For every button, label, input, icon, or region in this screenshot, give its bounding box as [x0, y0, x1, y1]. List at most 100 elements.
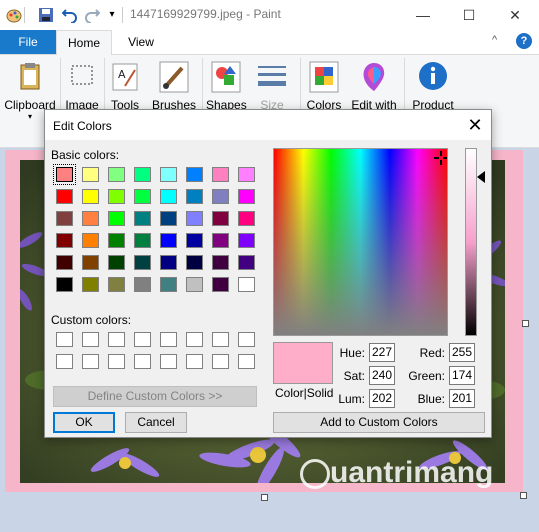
basic-color-swatch[interactable]	[238, 277, 255, 292]
basic-color-swatch[interactable]	[186, 233, 203, 248]
clipboard-group[interactable]: Clipboard ▾	[2, 58, 58, 121]
customize-quick-access-icon[interactable]: ▾	[104, 7, 120, 23]
custom-color-swatch[interactable]	[186, 332, 203, 347]
brushes-group[interactable]: Brushes	[150, 58, 198, 114]
basic-color-swatch[interactable]	[238, 211, 255, 226]
minimize-button[interactable]: —	[400, 0, 446, 30]
help-icon[interactable]: ?	[516, 33, 532, 49]
basic-color-swatch[interactable]	[108, 277, 125, 292]
resize-handle-right[interactable]	[522, 320, 529, 327]
basic-color-swatch[interactable]	[212, 167, 229, 182]
custom-color-swatch[interactable]	[134, 354, 151, 369]
custom-color-swatch[interactable]	[108, 332, 125, 347]
basic-color-swatch[interactable]	[134, 167, 151, 182]
edit-with-paint3d-group[interactable]: Edit with	[348, 58, 400, 114]
basic-color-swatch[interactable]	[56, 255, 73, 270]
save-icon[interactable]	[38, 7, 54, 23]
custom-color-swatch[interactable]	[212, 332, 229, 347]
product-alert-group[interactable]: Product	[408, 58, 458, 114]
custom-color-swatch[interactable]	[186, 354, 203, 369]
blue-input[interactable]: 201	[449, 389, 475, 408]
tab-home[interactable]: Home	[56, 30, 112, 55]
basic-color-swatch[interactable]	[134, 255, 151, 270]
hue-input[interactable]: 227	[369, 343, 395, 362]
cancel-button[interactable]: Cancel	[125, 412, 187, 433]
basic-color-swatch[interactable]	[212, 255, 229, 270]
basic-color-swatch[interactable]	[238, 167, 255, 182]
tab-view[interactable]: View	[118, 30, 164, 54]
maximize-button[interactable]: ☐	[446, 0, 492, 30]
tab-file[interactable]: File	[0, 30, 56, 54]
collapse-ribbon-icon[interactable]: ^	[492, 34, 497, 46]
basic-color-swatch[interactable]	[160, 189, 177, 204]
custom-color-swatch[interactable]	[82, 332, 99, 347]
dialog-close-button[interactable]: ✕	[461, 112, 489, 138]
custom-color-swatch[interactable]	[212, 354, 229, 369]
custom-color-swatch[interactable]	[56, 332, 73, 347]
basic-color-swatch[interactable]	[186, 255, 203, 270]
basic-color-swatch[interactable]	[134, 211, 151, 226]
basic-color-swatch[interactable]	[82, 255, 99, 270]
custom-color-swatch[interactable]	[238, 354, 255, 369]
basic-color-swatch[interactable]	[212, 233, 229, 248]
basic-color-swatch[interactable]	[212, 277, 229, 292]
basic-color-swatch[interactable]	[82, 167, 99, 182]
basic-color-swatch[interactable]	[186, 277, 203, 292]
basic-color-swatch[interactable]	[82, 233, 99, 248]
image-group[interactable]: Image	[62, 58, 102, 114]
basic-color-swatch[interactable]	[82, 211, 99, 226]
basic-color-swatch[interactable]	[212, 211, 229, 226]
basic-color-swatch[interactable]	[108, 189, 125, 204]
basic-color-swatch[interactable]	[160, 167, 177, 182]
basic-color-swatch[interactable]	[160, 255, 177, 270]
redo-icon[interactable]	[84, 7, 101, 24]
basic-color-swatch[interactable]	[238, 255, 255, 270]
basic-color-swatch[interactable]	[56, 211, 73, 226]
basic-color-swatch[interactable]	[238, 233, 255, 248]
add-to-custom-colors-button[interactable]: Add to Custom Colors	[273, 412, 485, 433]
basic-color-swatch[interactable]	[160, 211, 177, 226]
basic-color-swatch[interactable]	[212, 189, 229, 204]
sat-input[interactable]: 240	[369, 366, 395, 385]
ok-button[interactable]: OK	[53, 412, 115, 433]
basic-color-swatch[interactable]	[134, 189, 151, 204]
define-custom-colors-button[interactable]: Define Custom Colors >>	[53, 386, 257, 407]
green-input[interactable]: 174	[449, 366, 475, 385]
basic-color-swatch[interactable]	[56, 277, 73, 292]
lum-input[interactable]: 202	[369, 389, 395, 408]
colors-group[interactable]: Colors	[304, 58, 344, 114]
luminosity-slider[interactable]	[465, 148, 477, 336]
basic-color-swatch[interactable]	[186, 211, 203, 226]
basic-color-swatch[interactable]	[238, 189, 255, 204]
custom-color-swatch[interactable]	[160, 332, 177, 347]
custom-color-swatch[interactable]	[134, 332, 151, 347]
basic-color-swatch[interactable]	[160, 233, 177, 248]
basic-color-swatch[interactable]	[108, 167, 125, 182]
basic-color-swatch[interactable]	[82, 189, 99, 204]
basic-color-swatch[interactable]	[160, 277, 177, 292]
color-spectrum[interactable]	[273, 148, 448, 336]
basic-color-swatch[interactable]	[186, 167, 203, 182]
basic-color-swatch[interactable]	[108, 255, 125, 270]
basic-color-swatch[interactable]	[134, 277, 151, 292]
custom-color-swatch[interactable]	[82, 354, 99, 369]
luminosity-arrow-icon[interactable]	[477, 171, 485, 183]
shapes-group[interactable]: Shapes	[206, 58, 247, 114]
basic-color-swatch[interactable]	[134, 233, 151, 248]
custom-color-swatch[interactable]	[56, 354, 73, 369]
resize-handle-corner[interactable]	[520, 492, 527, 499]
custom-color-swatch[interactable]	[160, 354, 177, 369]
undo-icon[interactable]	[61, 7, 78, 24]
resize-handle-bottom[interactable]	[261, 494, 268, 501]
basic-color-swatch[interactable]	[56, 189, 73, 204]
custom-color-swatch[interactable]	[238, 332, 255, 347]
close-button[interactable]: ✕	[492, 0, 538, 30]
custom-color-swatch[interactable]	[108, 354, 125, 369]
basic-color-swatch[interactable]	[108, 233, 125, 248]
basic-color-swatch[interactable]	[82, 277, 99, 292]
basic-color-swatch[interactable]	[186, 189, 203, 204]
basic-color-swatch[interactable]	[108, 211, 125, 226]
red-input[interactable]: 255	[449, 343, 475, 362]
size-group[interactable]: Size	[252, 58, 292, 114]
basic-color-swatch[interactable]	[53, 164, 76, 185]
